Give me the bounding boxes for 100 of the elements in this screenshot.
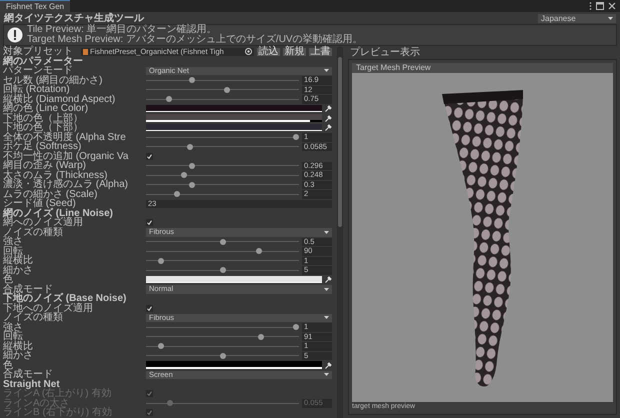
caret-icon: [324, 69, 329, 72]
scrollbar[interactable]: [337, 47, 343, 418]
more-icon[interactable]: [589, 2, 592, 10]
target-icon[interactable]: [245, 48, 252, 56]
close-icon[interactable]: [608, 2, 616, 10]
preset-button[interactable]: 上書: [309, 48, 332, 56]
slider-track[interactable]: [146, 171, 299, 180]
check-icon: [147, 154, 152, 159]
field-label: 下地の色（下部）: [3, 123, 83, 132]
check-icon: [147, 220, 152, 226]
slider-track[interactable]: [146, 180, 299, 189]
slider-track[interactable]: [146, 256, 299, 265]
field-label: 下地へのノイズ適用: [3, 304, 94, 313]
help-text: Tile Preview: 単一網目のパターン確認用。: [27, 25, 217, 35]
slider-thumb[interactable]: [181, 172, 188, 178]
maximize-icon[interactable]: [596, 2, 604, 10]
slider-track[interactable]: [146, 190, 299, 198]
slider-thumb[interactable]: [188, 182, 195, 188]
field-label: 対象プリセット: [3, 47, 74, 56]
field-label: 濃淡・透け感のムラ (Alpha): [3, 180, 130, 190]
eyedropper-icon[interactable]: [325, 114, 332, 122]
field-label: ノイズの種類: [3, 313, 64, 322]
help-text: Target Mesh Preview: アバターのメッシュ上でのサイズ/UVの挙動確認用。: [27, 35, 363, 45]
field-label: ムラの細かさ (Scale): [3, 190, 98, 199]
preview-tab[interactable]: Target Mesh Preview: [352, 63, 613, 73]
field-label: 縦横比: [3, 256, 34, 266]
field-label: 回転: [3, 246, 23, 256]
slider-track[interactable]: [146, 133, 299, 142]
slider-thumb[interactable]: [220, 267, 226, 274]
field-label: 合成モード: [3, 370, 54, 380]
slider-track[interactable]: [146, 266, 299, 274]
field-label: 強さ: [3, 237, 24, 246]
slider-thumb[interactable]: [158, 258, 164, 264]
section-title: 下地のノイズ (Base Noise): [3, 294, 126, 304]
field-label: 縦横比 (Diamond Aspect): [3, 94, 116, 104]
caret-icon: [324, 373, 329, 376]
slider-track[interactable]: [146, 238, 299, 246]
section-title: 網のノイズ (Line Noise): [3, 208, 114, 218]
slider-track[interactable]: [146, 332, 299, 341]
field-label: 色: [3, 275, 13, 284]
check-icon: [147, 306, 152, 311]
slider-thumb[interactable]: [220, 238, 226, 245]
slider-track[interactable]: [146, 76, 299, 84]
check-icon: [147, 391, 152, 396]
tool-title: 網タイツテクスチャ生成ツール: [4, 12, 144, 24]
slider-thumb[interactable]: [166, 96, 172, 102]
field-label: 全体の不透明度 (Alpha Stre: [3, 132, 127, 142]
slider-thumb[interactable]: [188, 162, 195, 169]
eyedropper-icon[interactable]: [325, 362, 332, 369]
slider-thumb[interactable]: [158, 343, 164, 350]
slider-track[interactable]: [146, 342, 299, 350]
field-label: 網目の歪み (Warp): [3, 161, 86, 170]
slider-track[interactable]: [146, 352, 299, 360]
window-tab[interactable]: Fishnet Tex Gen: [0, 0, 70, 12]
slider-thumb[interactable]: [256, 248, 262, 254]
slider-thumb[interactable]: [224, 86, 230, 93]
field-label: 細かさ: [3, 351, 34, 360]
slider-thumb[interactable]: [292, 324, 299, 330]
field-label: ノイズの種類: [3, 228, 64, 237]
color-swatch[interactable]: [146, 361, 322, 368]
section-title: 網のパラメーター: [3, 56, 83, 66]
slider-track[interactable]: [146, 95, 299, 104]
field-label: 網へのノイズ適用: [3, 218, 83, 228]
eyedropper-icon[interactable]: [325, 105, 332, 112]
field-label: 色: [3, 360, 14, 370]
slider-thumb[interactable]: [292, 134, 299, 140]
caret-icon: [324, 288, 329, 291]
caret-icon: [608, 16, 613, 20]
color-swatch[interactable]: [146, 104, 322, 111]
slider-thumb[interactable]: [188, 77, 195, 84]
slider-thumb[interactable]: [187, 144, 194, 150]
color-swatch[interactable]: [146, 114, 322, 120]
slider-track[interactable]: [146, 86, 299, 94]
field-label: セル数 (網目の細かさ): [3, 76, 104, 85]
field-label: 網の色 (Line Color): [3, 104, 88, 114]
slider-thumb[interactable]: [258, 334, 264, 340]
caret-icon: [324, 230, 329, 234]
color-swatch[interactable]: [146, 124, 322, 130]
field-label: 合成モード: [3, 284, 54, 294]
asset-icon: [83, 48, 88, 55]
slider-thumb[interactable]: [220, 352, 226, 359]
slider-track[interactable]: [146, 323, 299, 332]
field-label: 強さ: [3, 322, 24, 332]
eyedropper-icon[interactable]: [325, 124, 332, 132]
language-dropdown[interactable]: Japanese: [538, 14, 616, 22]
slider-track[interactable]: [146, 142, 299, 151]
preset-button[interactable]: 新規: [283, 48, 306, 56]
field-label: パターンモード: [3, 66, 73, 76]
slider-track[interactable]: [146, 162, 299, 170]
slider-thumb[interactable]: [174, 191, 180, 198]
field-label: 回転 (Rotation): [3, 85, 70, 94]
section-title: Straight Net: [3, 380, 60, 389]
field-label: シード値 (Seed): [3, 199, 76, 208]
slider-track[interactable]: [146, 247, 299, 256]
eyedropper-icon[interactable]: [325, 276, 332, 284]
slider-track[interactable]: [146, 399, 299, 408]
preset-button[interactable]: 読込: [257, 48, 280, 56]
color-swatch[interactable]: [146, 276, 322, 282]
field-label: 太さのムラ (Thickness): [3, 170, 108, 180]
field-label: ボケ足 (Softness): [3, 142, 82, 152]
